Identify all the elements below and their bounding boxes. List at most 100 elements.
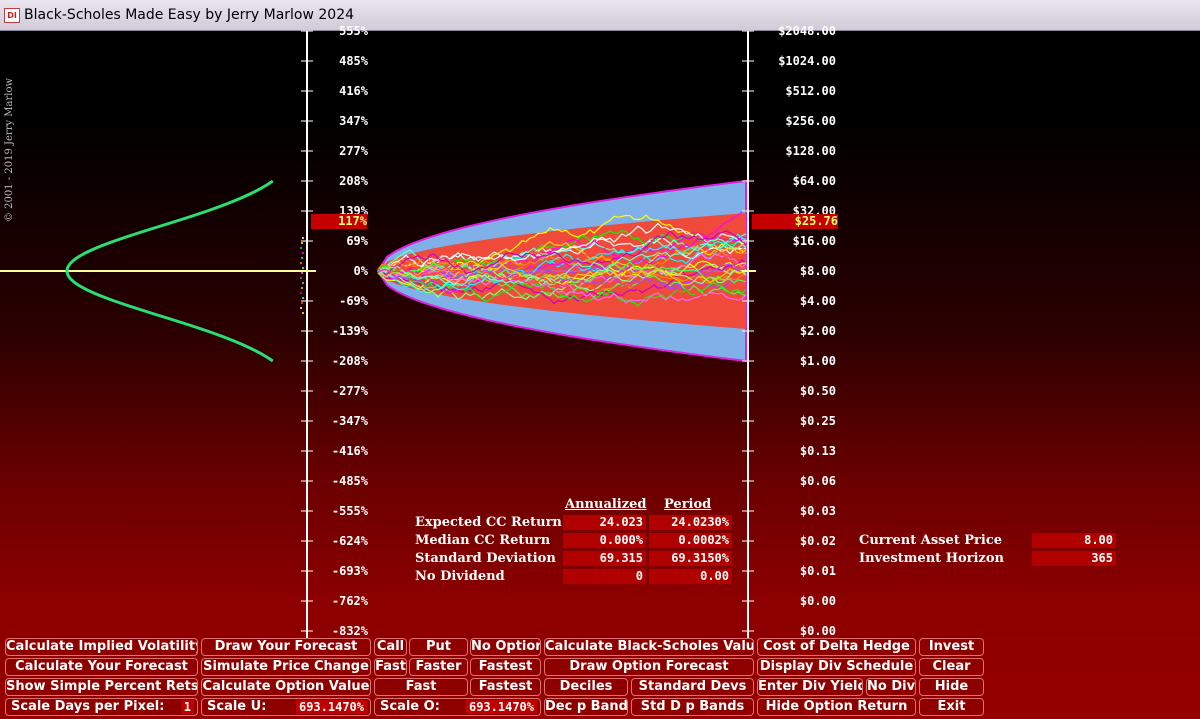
period-header: Period [664, 497, 712, 512]
right-axis-tick-label: $2048.00 [778, 24, 836, 38]
right-axis-tick-label: $4.00 [799, 294, 836, 308]
distribution-dot [301, 257, 303, 259]
right-axis-tick-label: $0.00 [799, 594, 836, 608]
std-d-p-bands-button[interactable]: Std D p Bands [631, 698, 754, 716]
left-axis-tick-label: -555% [331, 504, 368, 518]
calculate-option-value-button[interactable]: Calculate Option Value [201, 678, 371, 696]
left-axis-highlight: 117% [311, 214, 367, 229]
distribution-dot [301, 302, 303, 304]
stat-annualized-value: 0.000% [563, 533, 646, 548]
left-axis-tick-label: 277% [339, 144, 368, 158]
left-axis-tick-label: -277% [331, 384, 368, 398]
draw-your-forecast-button[interactable]: Draw Your Forecast [201, 638, 371, 656]
left-axis-tick-label: -208% [331, 354, 368, 368]
display-div-schedule-button[interactable]: Display Div Schedule [757, 658, 916, 676]
scale-u-value[interactable]: 693.1470% [295, 700, 367, 714]
stat-annualized-value: 0 [563, 569, 646, 584]
right-axis-tick-label: $256.00 [785, 114, 836, 128]
show-simple-percent-rets-button[interactable]: Show Simple Percent Rets [5, 678, 198, 696]
stat-period-value: 0.00 [649, 569, 732, 584]
scale-days-per-pixel-control[interactable]: Scale Days per Pixel: 1 [5, 698, 198, 716]
right-axis-tick-label: $1.00 [799, 354, 836, 368]
current-asset-price-field[interactable]: 8.00 [1032, 533, 1116, 548]
scale-u-control[interactable]: Scale U: 693.1470% [201, 698, 371, 716]
fastest-option-button[interactable]: Fastest [470, 678, 541, 696]
right-axis-tick-label: $16.00 [792, 234, 836, 248]
call-button[interactable]: Call [374, 638, 407, 656]
dec-p-bands-button[interactable]: Dec p Bands [544, 698, 628, 716]
scale-o-label: Scale O: [380, 699, 440, 714]
scale-u-label: Scale U: [207, 699, 267, 714]
left-axis-tick-label: -832% [331, 624, 368, 638]
scale-o-value[interactable]: 693.1470% [465, 700, 537, 714]
stat-annualized-value: 69.315 [563, 551, 646, 566]
calculate-implied-volatility-button[interactable]: Calculate Implied Volatility [5, 638, 198, 656]
right-axis-tick-label: $0.13 [799, 444, 836, 458]
right-axis-tick-label: $0.03 [799, 504, 836, 518]
clear-button[interactable]: Clear [919, 658, 984, 676]
stat-annualized-value: 24.023 [563, 515, 646, 530]
distribution-dot [300, 292, 302, 294]
left-axis-tick-label: -693% [331, 564, 368, 578]
left-axis-tick-label: -624% [331, 534, 368, 548]
left-axis-tick-label: -347% [331, 414, 368, 428]
distribution-dot [301, 287, 303, 289]
forecast-bands [376, 179, 747, 363]
simulate-price-change-button[interactable]: Simulate Price Change [201, 658, 371, 676]
right-axis-highlight: $25.76 [752, 214, 838, 229]
left-axis-tick-label: 485% [339, 54, 368, 68]
right-axis-tick-label: $0.50 [799, 384, 836, 398]
scale-days-value[interactable]: 1 [180, 700, 194, 714]
hide-button[interactable]: Hide [919, 678, 984, 696]
enter-div-yield-button[interactable]: Enter Div Yield [757, 678, 863, 696]
calculate-your-forecast-button[interactable]: Calculate Your Forecast [5, 658, 198, 676]
scale-o-control[interactable]: Scale O: 693.1470% [374, 698, 541, 716]
draw-option-forecast-button[interactable]: Draw Option Forecast [544, 658, 754, 676]
right-axis-tick-label: $0.02 [799, 534, 836, 548]
right-axis-tick-label: $0.01 [799, 564, 836, 578]
deciles-button[interactable]: Deciles [544, 678, 628, 696]
cost-of-delta-hedge-button[interactable]: Cost of Delta Hedge [757, 638, 916, 656]
distribution-dot [301, 242, 303, 244]
left-axis-tick-label: 208% [339, 174, 368, 188]
distribution-dot [302, 312, 304, 314]
no-option-button[interactable]: No Option [470, 638, 541, 656]
right-axis-tick-label: $128.00 [785, 144, 836, 158]
exit-button[interactable]: Exit [919, 698, 984, 716]
distribution-dot [302, 282, 304, 284]
no-div-button[interactable]: No Div [866, 678, 916, 696]
left-axis-tick-label: -139% [331, 324, 368, 338]
right-axis-tick-label: $0.25 [799, 414, 836, 428]
hide-option-return-button[interactable]: Hide Option Return [757, 698, 916, 716]
fast-option-button[interactable]: Fast [374, 678, 468, 696]
invest-button[interactable]: Invest [919, 638, 984, 656]
faster-simulate-button[interactable]: Faster [409, 658, 468, 676]
left-axis-tick-label: -762% [331, 594, 368, 608]
left-axis-tick-label: -485% [331, 474, 368, 488]
investment-horizon-field[interactable]: 365 [1032, 551, 1116, 566]
stat-label: No Dividend [415, 569, 505, 584]
stat-period-value: 69.3150% [649, 551, 732, 566]
stat-period-value: 24.0230% [649, 515, 732, 530]
right-axis-tick-label: $512.00 [785, 84, 836, 98]
distribution-dot [300, 307, 302, 309]
right-axis-tick-label: $0.00 [799, 624, 836, 638]
standard-devs-button[interactable]: Standard Devs [631, 678, 754, 696]
fastest-simulate-button[interactable]: Fastest [470, 658, 541, 676]
put-button[interactable]: Put [409, 638, 468, 656]
investment-horizon-label: Investment Horizon [859, 551, 1004, 566]
scale-days-label: Scale Days per Pixel: [11, 699, 165, 714]
right-axis-tick-label: $8.00 [799, 264, 836, 278]
right-axis-tick-label: $2.00 [799, 324, 836, 338]
left-axis-tick-label: 69% [346, 234, 368, 248]
fast-simulate-button[interactable]: Fast [374, 658, 407, 676]
stat-label: Standard Deviation [415, 551, 556, 566]
stat-period-value: 0.0002% [649, 533, 732, 548]
calculate-black-scholes-value-button[interactable]: Calculate Black-Scholes Value [544, 638, 754, 656]
annualized-header: Annualized [565, 497, 647, 512]
right-axis-tick-label: $0.06 [799, 474, 836, 488]
simulation-chart [0, 30, 756, 640]
distribution-dot [301, 272, 303, 274]
left-axis-tick-label: 0% [353, 264, 368, 278]
distribution-dot [300, 247, 302, 249]
